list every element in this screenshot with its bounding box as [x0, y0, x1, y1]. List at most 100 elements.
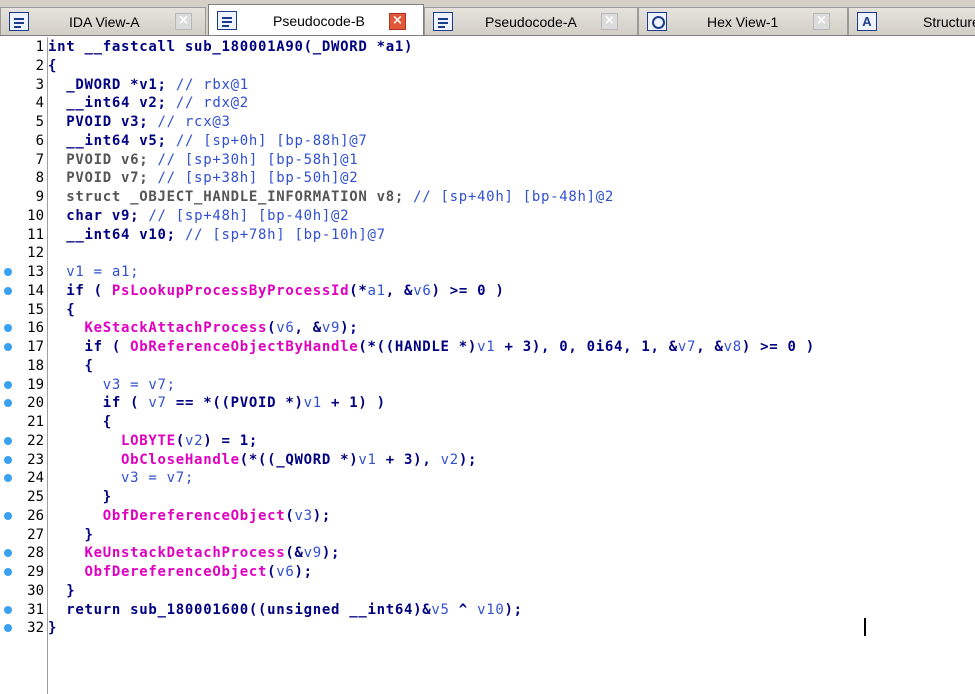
line-number: 31 [27, 601, 44, 618]
code-line[interactable]: 23 ObCloseHandle(*((_QWORD *)v1 + 3), v2… [0, 451, 975, 470]
breakpoint-marker-icon[interactable] [4, 286, 12, 295]
code-line[interactable]: 19 v3 = v7; [0, 376, 975, 395]
variable-token[interactable]: v1 [477, 339, 495, 355]
variable-token[interactable]: v6 [413, 283, 431, 299]
function-name[interactable]: KeStackAttachProcess [85, 320, 268, 336]
variable-token[interactable]: v2 [441, 452, 459, 468]
code-text: return sub_180001600((unsigned __int64)&… [48, 601, 523, 620]
code-line[interactable]: 4 __int64 v2; // rdx@2 [0, 94, 975, 113]
code-line[interactable]: 2{ [0, 57, 975, 76]
code-line[interactable]: 24 v3 = v7; [0, 469, 975, 488]
code-token: (*((_QWORD *) [239, 451, 359, 468]
breakpoint-marker-icon[interactable] [4, 268, 12, 276]
code-line[interactable]: 12 [0, 244, 975, 263]
code-line[interactable]: 1 int __fastcall sub_180001A90(_DWORD *a1… [0, 38, 975, 57]
variable-token[interactable]: v2 [185, 433, 203, 449]
close-tab-icon[interactable]: × [813, 13, 830, 30]
tab-hex-view-1[interactable]: Hex View-1 × [638, 7, 848, 35]
code-line[interactable]: 16 KeStackAttachProcess(v6, &v9); [0, 319, 975, 338]
tab-bar: IDA View-A × Pseudocode-B × Pseudocode-A × Hex… [0, 0, 975, 36]
variable-token[interactable]: v3 [295, 508, 313, 524]
code-line[interactable]: 20 if ( v7 == *((PVOID *)v1 + 1) ) [0, 394, 975, 413]
function-name[interactable]: ObReferenceObjectByHandle [130, 339, 358, 355]
variable-token[interactable]: v8 [724, 339, 742, 355]
code-line[interactable]: 8 PVOID v7; // [sp+38h] [bp-50h]@2 [0, 169, 975, 188]
code-token: { [48, 414, 112, 430]
close-tab-icon[interactable]: × [601, 13, 618, 30]
function-name[interactable]: ObfDereferenceObject [103, 508, 286, 524]
code-line[interactable]: 13 v1 = a1; [0, 263, 975, 282]
breakpoint-marker-icon[interactable] [4, 380, 12, 389]
tab-ida-view-a[interactable]: IDA View-A × [0, 7, 206, 35]
breakpoint-marker-icon[interactable] [4, 455, 12, 464]
code-comment: // [sp+48h] [bp-40h]@2 [148, 207, 350, 224]
code-line[interactable]: 28 KeUnstackDetachProcess(&v9); [0, 544, 975, 563]
code-text: } [48, 526, 94, 545]
code-token: ); [504, 601, 523, 618]
close-tab-icon[interactable]: × [389, 13, 406, 30]
variable-token[interactable]: v9 [322, 320, 340, 336]
code-line[interactable]: 26 ObfDereferenceObject(v3); [0, 507, 975, 526]
code-line[interactable]: 10 char v9; // [sp+48h] [bp-40h]@2 [0, 207, 975, 226]
code-line[interactable]: 18 { [0, 357, 975, 376]
code-text: { [48, 357, 94, 376]
code-line[interactable]: 14 if ( PsLookupProcessByProcessId(*a1, … [0, 282, 975, 301]
code-line[interactable]: 11 __int64 v10; // [sp+78h] [bp-10h]@7 [0, 226, 975, 245]
code-line[interactable]: 25 } [0, 488, 975, 507]
code-token: ); [458, 451, 478, 468]
function-name[interactable]: LOBYTE [121, 433, 176, 449]
variable-token[interactable]: v3 = v7; [48, 470, 194, 486]
breakpoint-marker-icon[interactable] [4, 324, 12, 333]
variable-token[interactable]: v1 [358, 452, 376, 468]
tab-pseudocode-b[interactable]: Pseudocode-B × [208, 4, 424, 35]
code-line[interactable]: 29 ObfDereferenceObject(v6); [0, 563, 975, 582]
line-number: 11 [27, 226, 44, 243]
code-line[interactable]: 15 { [0, 301, 975, 320]
variable-token[interactable]: v9 [304, 545, 322, 561]
code-line[interactable]: 27 } [0, 526, 975, 545]
code-line[interactable]: 9 struct _OBJECT_HANDLE_INFORMATION v8; … [0, 188, 975, 207]
function-name[interactable]: KeUnstackDetachProcess [85, 545, 286, 561]
tab-label: Hex View-1 [707, 14, 779, 30]
code-line[interactable]: 5 PVOID v3; // rcx@3 [0, 113, 975, 132]
breakpoint-marker-icon[interactable] [4, 568, 12, 576]
breakpoint-marker-icon[interactable] [4, 605, 12, 614]
close-tab-icon[interactable]: × [175, 13, 192, 30]
variable-token[interactable]: v3 = v7; [48, 377, 176, 393]
code-line[interactable]: 22 LOBYTE(v2) = 1; [0, 432, 975, 451]
breakpoint-marker-icon[interactable] [4, 624, 12, 633]
code-line[interactable]: 3 _DWORD *v1; // rbx@1 [0, 76, 975, 95]
tab-label: IDA View-A [69, 14, 140, 30]
function-name[interactable]: PsLookupProcessByProcessId [112, 283, 349, 299]
code-line[interactable]: 7 PVOID v6; // [sp+30h] [bp-58h]@1 [0, 151, 975, 170]
code-line[interactable]: 32} [0, 619, 975, 638]
code-text: __int64 v5; // [sp+0h] [bp-88h]@7 [48, 132, 368, 151]
breakpoint-marker-icon[interactable] [4, 549, 12, 558]
variable-token[interactable]: v6 [276, 320, 294, 336]
variable-token[interactable]: v7 [148, 395, 166, 411]
breakpoint-marker-icon[interactable] [4, 511, 12, 520]
variable-token[interactable]: v6 [276, 564, 294, 580]
function-name[interactable]: ObfDereferenceObject [85, 564, 268, 580]
code-line[interactable]: 17 if ( ObReferenceObjectByHandle(*((HAN… [0, 338, 975, 357]
breakpoint-marker-icon[interactable] [4, 399, 12, 408]
code-text: _DWORD *v1; // rbx@1 [48, 76, 249, 95]
code-line[interactable]: 31 return sub_180001600((unsigned __int6… [0, 601, 975, 620]
breakpoint-marker-icon[interactable] [4, 436, 12, 445]
variable-token[interactable]: v7 [678, 339, 696, 355]
tab-structure[interactable]: A Structure [848, 7, 975, 35]
variable-token[interactable]: v1 = a1; [48, 264, 139, 280]
variable-token[interactable]: a1 [368, 283, 386, 299]
code-token: (* [349, 282, 368, 299]
code-line[interactable]: 21 { [0, 413, 975, 432]
code-line[interactable]: 6 __int64 v5; // [sp+0h] [bp-88h]@7 [0, 132, 975, 151]
function-name[interactable]: ObCloseHandle [121, 452, 240, 468]
variable-token[interactable]: v1 [304, 395, 322, 411]
pseudocode-editor[interactable]: 1 int __fastcall sub_180001A90(_DWORD *a1… [0, 37, 975, 694]
breakpoint-marker-icon[interactable] [4, 474, 12, 483]
variable-token[interactable]: v5 [431, 602, 449, 618]
code-line[interactable]: 30 } [0, 582, 975, 601]
breakpoint-marker-icon[interactable] [4, 343, 12, 351]
variable-token[interactable]: v10 [477, 602, 504, 618]
tab-pseudocode-a[interactable]: Pseudocode-A × [424, 7, 638, 35]
